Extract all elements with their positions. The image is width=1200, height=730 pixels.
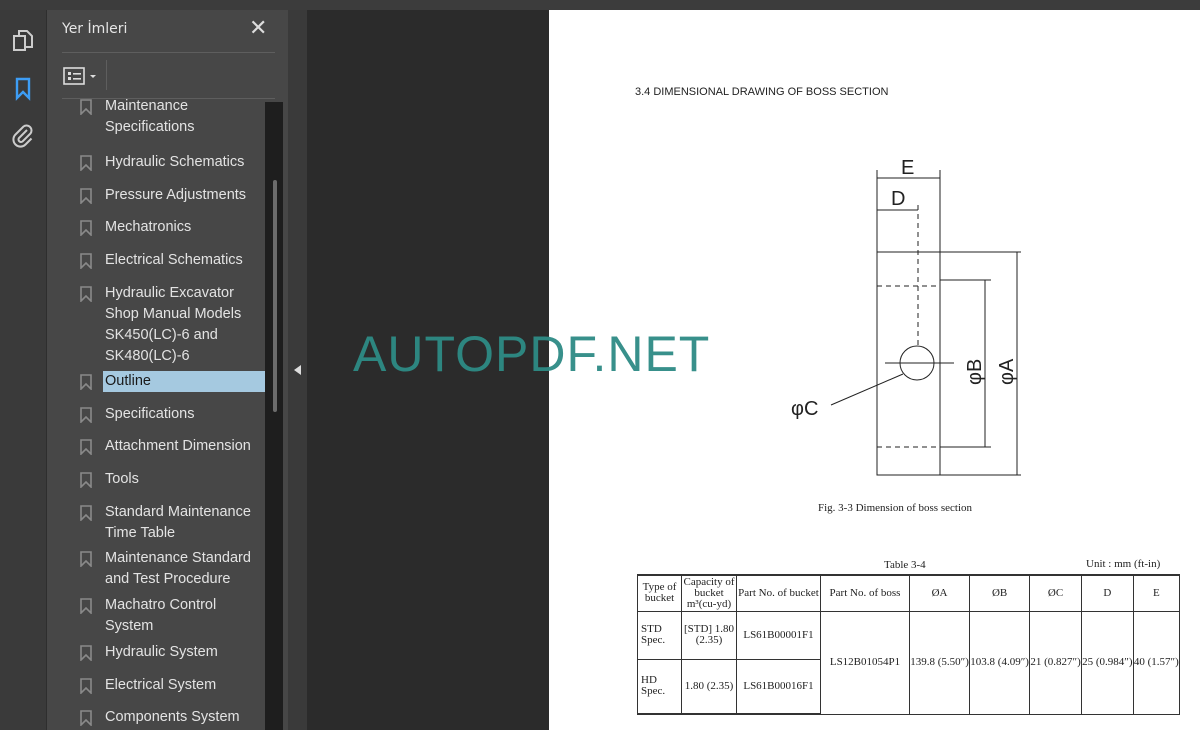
divider: [106, 60, 107, 90]
cell: 103.8 (4.09″): [969, 610, 1031, 715]
bookmark-label: Outline: [103, 371, 265, 392]
bookmark-icon: [80, 188, 92, 204]
bookmark-icon: [80, 678, 92, 694]
cell: 1.80 (2.35): [681, 658, 737, 715]
label-d: D: [891, 188, 905, 210]
bookmark-label: Hydraulic Excavator Shop Manual Models S…: [105, 285, 242, 364]
bookmark-item[interactable]: Pressure Adjustments: [62, 185, 265, 206]
bookmark-label: Hydraulic System: [105, 644, 218, 660]
bookmark-item[interactable]: Outline: [62, 371, 265, 392]
bookmark-icon: [80, 407, 92, 423]
bookmark-list: Maintenance Specifications Hydraulic Sche…: [62, 99, 265, 730]
scrollbar[interactable]: [265, 102, 283, 730]
triangle-left-icon: [294, 365, 301, 375]
close-panel-button[interactable]: ✕: [249, 16, 267, 41]
bookmark-item[interactable]: Components System: [62, 707, 265, 728]
cell: 25 (0.984″): [1080, 610, 1134, 715]
label-a: φA: [996, 358, 1018, 385]
bookmark-item[interactable]: Specifications: [62, 404, 265, 425]
bookmark-item[interactable]: Mechatronics: [62, 217, 265, 238]
top-bar: [0, 0, 1200, 10]
bookmark-label: Machatro Control System: [105, 597, 217, 634]
bookmarks-panel: Yer İmleri ✕ Maintenance Specifications H…: [47, 10, 288, 730]
bookmark-icon: [80, 99, 92, 115]
cell: LS12B01054P1: [820, 610, 910, 715]
bookmark-icon: [80, 220, 92, 236]
bookmark-label: Mechatronics: [105, 219, 192, 235]
cell: STD Spec.: [637, 610, 682, 660]
header-cell: Type of bucket: [637, 574, 682, 612]
bookmark-label: Maintenance Specifications: [105, 99, 195, 135]
bookmark-label: Hydraulic Schematics: [105, 154, 245, 170]
header-cell: ØC: [1029, 574, 1082, 612]
bookmark-item[interactable]: Attachment Dimension: [62, 436, 265, 457]
watermark: AUTOPDF.NET: [353, 326, 711, 382]
header-cell: E: [1132, 574, 1181, 612]
header-cell: D: [1080, 574, 1134, 612]
attachment-icon[interactable]: [10, 122, 36, 148]
bookmark-label: Attachment Dimension: [105, 438, 251, 454]
label-e: E: [901, 157, 914, 179]
bookmark-icon: [80, 439, 92, 455]
bookmark-label: Tools: [105, 471, 139, 487]
bookmark-item[interactable]: Maintenance Standard and Test Procedure: [62, 548, 265, 590]
boss-dimension-table: Type of bucket Capacity of bucket m³(cu-…: [637, 574, 1181, 715]
panel-title: Yer İmleri: [62, 21, 128, 37]
bookmark-label: Electrical Schematics: [105, 252, 243, 268]
bookmark-label: Specifications: [105, 406, 195, 422]
bookmark-item[interactable]: Machatro Control System: [62, 595, 265, 637]
bookmark-item[interactable]: Hydraulic Excavator Shop Manual Models S…: [62, 283, 265, 367]
bookmark-item[interactable]: Hydraulic System: [62, 642, 265, 663]
bookmark-item[interactable]: Electrical System: [62, 675, 265, 696]
bookmark-icon: [80, 472, 92, 488]
cell: 139.8 (5.50″): [908, 610, 971, 715]
figure-caption: Fig. 3-3 Dimension of boss section: [818, 502, 972, 514]
bookmark-icon: [80, 505, 92, 521]
bookmark-label: Components System: [105, 709, 240, 725]
label-c: φC: [791, 398, 818, 420]
table-row: STD Spec. [STD] 1.80 (2.35) LS61B00001F1…: [637, 610, 1181, 715]
bookmark-icon: [80, 374, 92, 390]
unit-label: Unit : mm (ft-in): [1086, 558, 1161, 570]
bookmark-icon: [80, 710, 92, 726]
bookmark-label: Standard Maintenance Time Table: [105, 504, 251, 541]
bookmark-label: Maintenance Standard and Test Procedure: [105, 550, 251, 587]
bookmark-item[interactable]: Tools: [62, 469, 265, 490]
divider: [62, 52, 275, 53]
cell: 40 (1.57″): [1132, 610, 1181, 715]
header-cell: Part No. of boss: [820, 574, 910, 612]
table-caption: Table 3-4: [884, 559, 926, 571]
cell: LS61B00016F1: [736, 658, 821, 715]
bookmark-icon: [80, 286, 92, 302]
bookmark-item[interactable]: Standard Maintenance Time Table: [62, 502, 265, 544]
bookmark-icon: [80, 155, 92, 171]
bookmark-icon: [80, 645, 92, 661]
cell: [STD] 1.80 (2.35): [681, 610, 737, 660]
scrollbar-thumb[interactable]: [273, 180, 277, 412]
label-b: φB: [964, 359, 986, 385]
bookmark-item[interactable]: Electrical Schematics: [62, 250, 265, 271]
bookmark-icon[interactable]: [10, 76, 36, 102]
collapse-panel-button[interactable]: [288, 10, 307, 730]
bookmark-item[interactable]: Hydraulic Schematics: [62, 152, 265, 173]
bookmark-icon: [80, 253, 92, 269]
bookmark-icon: [80, 551, 92, 567]
header-cell: Capacity of bucket m³(cu-yd): [681, 574, 737, 612]
cell: HD Spec.: [637, 658, 682, 715]
header-cell: ØB: [969, 574, 1031, 612]
cell: 21 (0.827″): [1029, 610, 1082, 715]
bookmark-label: Pressure Adjustments: [105, 187, 247, 203]
cell: LS61B00001F1: [736, 610, 821, 660]
navigation-rail: [0, 10, 47, 730]
bookmark-options-button[interactable]: [63, 66, 99, 86]
bookmark-item[interactable]: Maintenance Specifications: [62, 99, 265, 138]
pages-icon[interactable]: [10, 28, 36, 54]
bookmark-icon: [80, 598, 92, 614]
header-cell: Part No. of bucket: [736, 574, 821, 612]
header-cell: ØA: [908, 574, 971, 612]
bookmark-label: Electrical System: [105, 677, 217, 693]
